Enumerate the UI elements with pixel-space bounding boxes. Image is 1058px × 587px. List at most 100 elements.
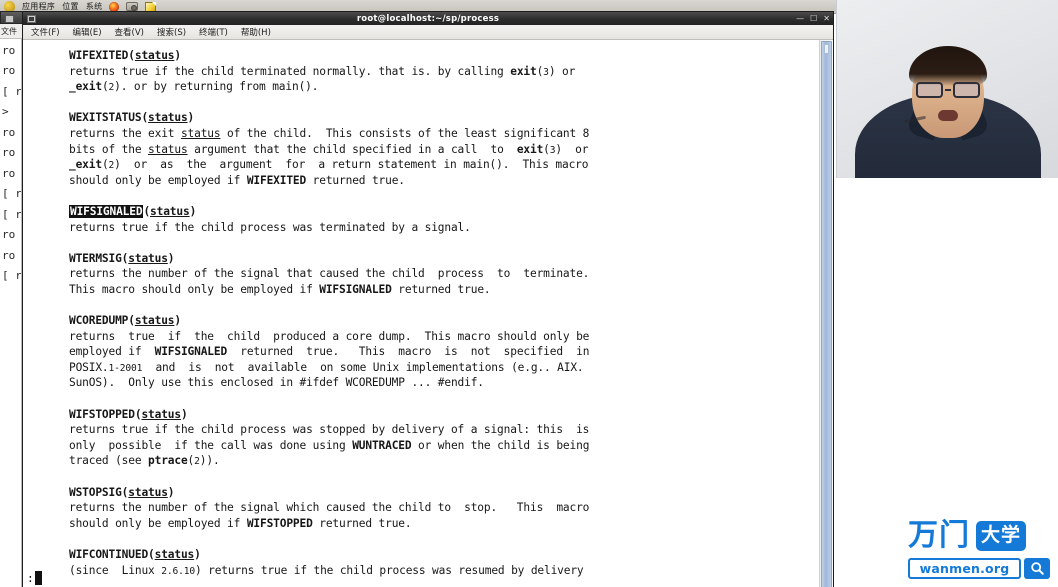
man-blank-line bbox=[23, 95, 819, 111]
logo-brand-daxue: 大学 bbox=[976, 521, 1027, 551]
terminal-window: root@localhost:~/sp/process — ☐ ✕ 文件(F) … bbox=[22, 11, 834, 587]
arg-status: status bbox=[134, 49, 175, 62]
man-body-line: should only be employed if WIFSTOPPED re… bbox=[69, 516, 412, 530]
maximize-button[interactable]: ☐ bbox=[810, 12, 817, 25]
macro-ref: WIFSTOPPED bbox=[246, 516, 313, 530]
man-blank-line bbox=[23, 235, 819, 251]
arg-status: status bbox=[128, 485, 168, 499]
func-ref: exit bbox=[510, 64, 537, 78]
man-page-content: WIFEXITED(status) returns true if the chi… bbox=[23, 48, 819, 578]
arg-status: status bbox=[148, 111, 188, 125]
macro-ref: WUNTRACED bbox=[352, 438, 412, 452]
background-terminal-titlebar[interactable] bbox=[0, 11, 22, 24]
man-body-line: _exit(2). or by returning from main(). bbox=[69, 80, 319, 94]
menu-view[interactable]: 查看(V) bbox=[115, 26, 144, 38]
man-body-line: POSIX.1-2001 and is not available on som… bbox=[69, 360, 584, 374]
arg-status: status bbox=[141, 407, 181, 421]
bg-terminal-line: ro bbox=[2, 166, 16, 180]
logo-brand-wanmen: 万门 bbox=[908, 518, 970, 553]
search-highlight: WIFSIGNALED bbox=[69, 204, 144, 218]
bg-terminal-line: ro bbox=[2, 43, 16, 57]
presenter-glasses bbox=[915, 81, 980, 98]
pager-prompt-char: : bbox=[27, 571, 34, 585]
man-body-line: returns the number of the signal that ca… bbox=[69, 267, 590, 281]
glasses-bridge bbox=[944, 88, 951, 91]
macro-ref: WIFSIGNALED bbox=[154, 345, 228, 359]
arg-status: status bbox=[150, 204, 190, 218]
background-terminal-menubar[interactable]: 文件 bbox=[0, 24, 22, 39]
arg-status: status bbox=[180, 126, 221, 140]
man-section-heading: WSTOPSIG(status) bbox=[69, 485, 175, 499]
man-body-line: returns the number of the signal which c… bbox=[69, 501, 590, 515]
glasses-lens-left bbox=[915, 81, 943, 98]
menu-file[interactable]: 文件(F) bbox=[31, 26, 60, 38]
bg-terminal-line: ro bbox=[2, 248, 16, 262]
scrollbar-thumb[interactable] bbox=[821, 41, 832, 587]
bg-terminal-line: ro bbox=[2, 64, 16, 77]
bg-terminal-line: ro bbox=[2, 125, 16, 139]
man-blank-line bbox=[23, 391, 819, 407]
arg-status: status bbox=[128, 251, 168, 265]
man-blank-line bbox=[23, 469, 819, 485]
bg-terminal-line: > bbox=[2, 105, 9, 118]
man-body-line: traced (see ptrace(2)). bbox=[69, 454, 220, 468]
menu-edit[interactable]: 编辑(E) bbox=[73, 26, 102, 38]
man-blank-line bbox=[23, 298, 819, 314]
man-section-heading: WTERMSIG(status) bbox=[69, 251, 175, 265]
man-body-line: returns true if the child terminated nor… bbox=[69, 64, 576, 78]
menu-search[interactable]: 搜索(S) bbox=[157, 26, 186, 38]
presenter-webcam bbox=[836, 0, 1058, 178]
man-section-heading: WIFEXITED(status) bbox=[69, 49, 181, 62]
terminal-menubar: 文件(F) 编辑(E) 查看(V) 搜索(S) 终端(T) 帮助(H) bbox=[23, 25, 833, 40]
search-icon[interactable] bbox=[1024, 558, 1050, 579]
func-ref: ptrace bbox=[148, 454, 188, 468]
man-body-line: employed if WIFSIGNALED returned true. T… bbox=[69, 345, 590, 359]
man-body-line: SunOS). Only use this enclosed in #ifdef… bbox=[69, 376, 484, 390]
man-body-line: returns the exit status of the child. Th… bbox=[69, 126, 590, 140]
bg-terminal-line: ro bbox=[2, 146, 16, 159]
screenshot-camera-icon[interactable] bbox=[126, 2, 139, 11]
macro-ref: WIFSIGNALED bbox=[319, 282, 392, 296]
bg-terminal-line: [ r bbox=[2, 187, 22, 200]
bg-terminal-line: ro bbox=[2, 228, 16, 241]
logo-url: wanmen.org bbox=[908, 558, 1021, 579]
man-blank-line bbox=[23, 188, 819, 204]
screen: 应用程序 位置 系统 [ r ro ro [ r > ro ro ro [ r … bbox=[0, 0, 1058, 587]
menu-help[interactable]: 帮助(H) bbox=[241, 26, 271, 38]
arg-status: status bbox=[134, 314, 175, 328]
func-ref: _exit bbox=[69, 80, 102, 94]
bg-terminal-line: [ r bbox=[2, 207, 22, 221]
arg-status: status bbox=[148, 142, 188, 156]
man-blank-line bbox=[23, 531, 819, 547]
close-button[interactable]: ✕ bbox=[823, 12, 830, 25]
text-editor-icon[interactable] bbox=[145, 1, 157, 12]
man-body-line: returns true if the child produced a cor… bbox=[69, 329, 590, 343]
vertical-scrollbar[interactable] bbox=[819, 40, 833, 587]
firefox-icon[interactable] bbox=[109, 1, 120, 12]
man-body-line: bits of the status argument that the chi… bbox=[69, 142, 589, 156]
window-title: root@localhost:~/sp/process bbox=[356, 13, 500, 24]
minimize-button[interactable]: — bbox=[796, 12, 804, 25]
arg-status: status bbox=[154, 548, 195, 561]
text-cursor bbox=[34, 571, 42, 585]
man-body-line: returns true if the child process was te… bbox=[69, 220, 471, 234]
man-body-line: should only be employed if WIFEXITED ret… bbox=[69, 173, 405, 187]
man-body-line: _exit(2) or as the argument for a return… bbox=[69, 158, 589, 172]
wanmen-logo[interactable]: 万门 大学 wanmen.org bbox=[908, 518, 1050, 579]
man-section-heading: WIFCONTINUED(status) bbox=[69, 548, 201, 561]
pager-prompt[interactable]: : bbox=[27, 571, 42, 585]
func-ref: _exit bbox=[69, 158, 102, 172]
bg-terminal-line: [ r bbox=[2, 84, 22, 98]
background-terminal[interactable]: [ r ro ro [ r > ro ro ro [ r [ r ro ro [… bbox=[0, 14, 22, 587]
man-section-heading: WIFSIGNALED(status) bbox=[69, 204, 197, 218]
menu-terminal[interactable]: 终端(T) bbox=[199, 26, 228, 38]
terminal-body[interactable]: WIFEXITED(status) returns true if the chi… bbox=[23, 40, 833, 587]
terminal-titlebar[interactable]: root@localhost:~/sp/process — ☐ ✕ bbox=[23, 12, 833, 25]
macro-ref: WIFEXITED bbox=[246, 173, 307, 187]
glasses-lens-right bbox=[952, 81, 980, 98]
man-body-line: only possible if the call was done using… bbox=[69, 438, 590, 452]
presenter-mouth bbox=[937, 110, 958, 121]
man-body-line: (since Linux 2.6.10) returns true if the… bbox=[69, 563, 584, 577]
man-section-heading: WCOREDUMP(status) bbox=[69, 314, 181, 328]
man-page-viewport: WIFEXITED(status) returns true if the chi… bbox=[23, 40, 819, 587]
